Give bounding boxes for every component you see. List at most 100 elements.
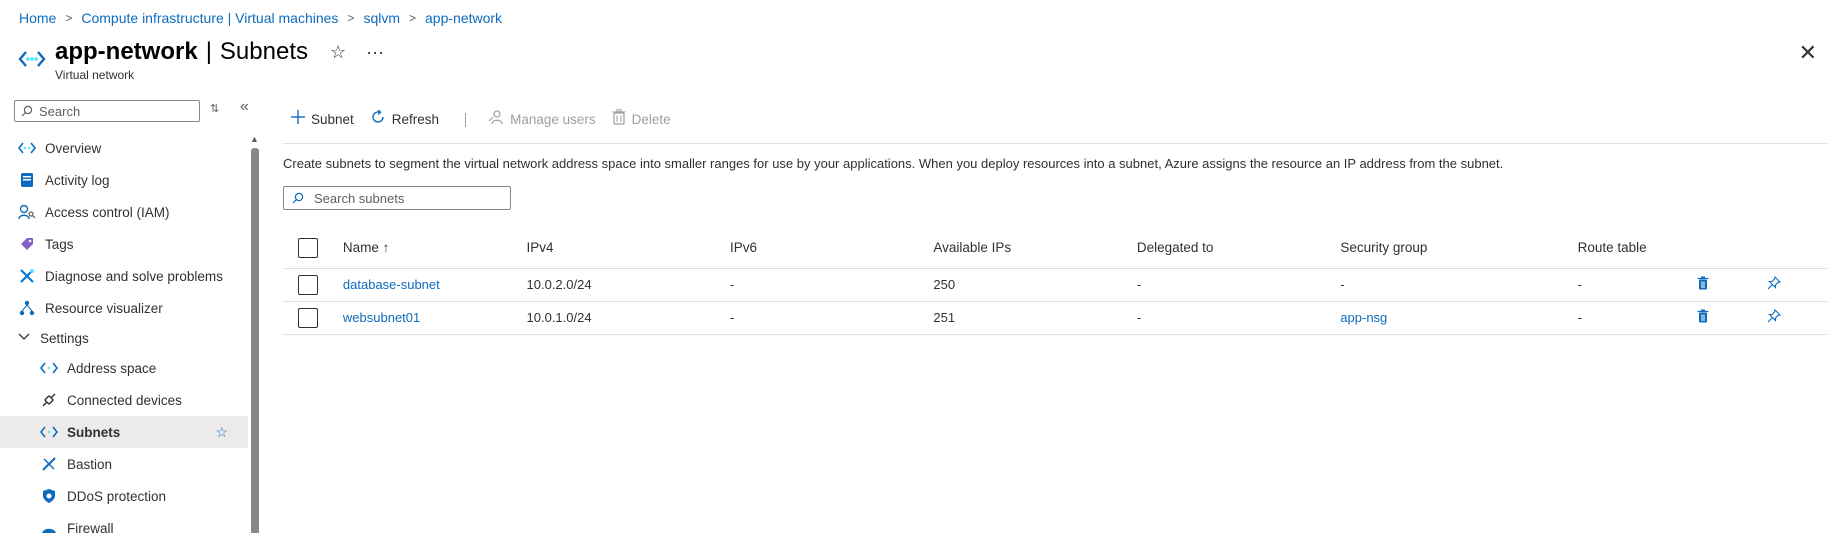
- pin-icon[interactable]: [1767, 308, 1782, 326]
- sidebar-item-firewall[interactable]: Firewall: [0, 512, 248, 533]
- subnet-icon: [40, 423, 58, 441]
- sidebar-item-label: Address space: [67, 360, 157, 376]
- nav-list: Overview Activity log Access control (IA…: [0, 132, 248, 533]
- breadcrumb-virtual-machines[interactable]: Compute infrastructure | Virtual machine…: [81, 10, 338, 26]
- available-ips-cell: 250: [933, 268, 1137, 302]
- column-header-security-group[interactable]: Security group: [1340, 228, 1578, 269]
- route-table-cell: -: [1577, 301, 1698, 335]
- sidebar-item-tags[interactable]: Tags: [0, 228, 248, 260]
- row-checkbox[interactable]: [298, 274, 318, 295]
- column-header-ipv4[interactable]: IPv4: [526, 228, 731, 269]
- table-row[interactable]: database-subnet 10.0.2.0/24 - 250 - - -: [283, 268, 1827, 302]
- sidebar-scrollbar[interactable]: [251, 148, 259, 533]
- resource-menu: Search ⇅ « Overview Activity log Access …: [0, 96, 260, 533]
- select-all-cell: [283, 228, 343, 269]
- sidebar-item-bastion[interactable]: Bastion: [0, 448, 248, 480]
- title-separator: |: [205, 38, 212, 65]
- plug-icon: [40, 391, 58, 409]
- sidebar-item-label: Connected devices: [67, 392, 182, 408]
- security-group-link[interactable]: app-nsg: [1340, 301, 1578, 335]
- sidebar-item-label: Subnets: [67, 424, 121, 440]
- row-select-cell: [283, 268, 343, 302]
- menu-search-input[interactable]: Search: [14, 100, 200, 122]
- breadcrumb-app-network[interactable]: app-network: [425, 10, 502, 26]
- chevron-right-icon: >: [347, 11, 355, 25]
- refresh-button[interactable]: Refresh: [370, 109, 439, 130]
- sort-toggle-icon[interactable]: ⇅: [210, 102, 219, 115]
- sidebar-item-subnets[interactable]: Subnets ☆: [0, 416, 248, 448]
- visualizer-icon: [18, 299, 36, 317]
- sidebar-item-label: Activity log: [45, 172, 110, 188]
- table-row[interactable]: websubnet01 10.0.1.0/24 - 251 - app-nsg …: [283, 301, 1827, 335]
- column-header-actions: [1697, 228, 1768, 269]
- chevron-right-icon: >: [409, 11, 417, 25]
- sidebar-item-resource-visualizer[interactable]: Resource visualizer: [0, 292, 248, 324]
- delete-label: Delete: [631, 112, 671, 127]
- sidebar-item-overview[interactable]: Overview: [0, 132, 248, 164]
- row-pin-cell: [1767, 268, 1827, 302]
- page-title: app-network | Subnets: [55, 38, 308, 66]
- column-header-route-table[interactable]: Route table: [1577, 228, 1698, 269]
- vnet-overview-icon: [18, 139, 36, 157]
- favorite-star-icon[interactable]: ☆: [330, 42, 346, 63]
- more-options-icon[interactable]: ···: [366, 42, 384, 63]
- table-header-row: Name ↑ IPv4 IPv6 Available IPs Delegated…: [283, 228, 1827, 269]
- column-header-delegated-to[interactable]: Delegated to: [1136, 228, 1341, 269]
- breadcrumb-home[interactable]: Home: [19, 10, 56, 26]
- sidebar-item-iam[interactable]: Access control (IAM): [0, 196, 248, 228]
- delete-button[interactable]: Delete: [612, 109, 671, 130]
- subnet-search-input[interactable]: Search subnets: [283, 186, 511, 210]
- sidebar-item-activity-log[interactable]: Activity log: [0, 164, 248, 196]
- select-all-checkbox[interactable]: [298, 237, 318, 258]
- activity-log-icon: [18, 171, 36, 189]
- column-header-ipv6[interactable]: IPv6: [730, 228, 934, 269]
- subnet-name-link[interactable]: database-subnet: [342, 268, 527, 302]
- sidebar-item-label: Firewall: [67, 520, 114, 533]
- trash-icon[interactable]: [1697, 276, 1709, 293]
- delegated-to-cell: -: [1136, 301, 1341, 335]
- sidebar-item-ddos-protection[interactable]: DDoS protection: [0, 480, 248, 512]
- row-pin-cell: [1767, 301, 1827, 335]
- chevron-down-icon: [18, 332, 30, 344]
- trash-icon[interactable]: [1697, 309, 1709, 326]
- wrench-icon: [18, 267, 36, 285]
- refresh-label: Refresh: [391, 112, 440, 127]
- toolbar-divider: [465, 112, 467, 127]
- sidebar-group-settings[interactable]: Settings: [0, 324, 248, 352]
- sidebar-item-connected-devices[interactable]: Connected devices: [0, 384, 248, 416]
- ipv4-cell: 10.0.2.0/24: [526, 268, 731, 302]
- tag-icon: [18, 235, 36, 253]
- column-header-name[interactable]: Name ↑: [342, 228, 527, 269]
- pin-icon[interactable]: [1767, 275, 1782, 293]
- route-table-cell: -: [1577, 268, 1698, 302]
- plus-icon: [291, 110, 305, 129]
- sidebar-item-address-space[interactable]: Address space: [0, 352, 248, 384]
- bastion-icon: [40, 455, 58, 473]
- ipv6-cell: -: [730, 301, 934, 335]
- menu-search-placeholder: Search: [39, 103, 81, 119]
- scroll-up-icon[interactable]: ▲: [250, 134, 259, 144]
- sidebar-item-label: Overview: [45, 140, 102, 156]
- trash-icon: [612, 109, 626, 130]
- row-delete-cell: [1697, 301, 1768, 335]
- ipv6-cell: -: [730, 268, 934, 302]
- close-icon[interactable]: ✕: [1799, 40, 1817, 66]
- command-bar: Subnet Refresh Manage users Delete: [283, 96, 1827, 144]
- column-header-pin: [1767, 228, 1827, 269]
- search-icon: [21, 105, 33, 117]
- collapse-menu-icon[interactable]: «: [240, 98, 249, 116]
- favorite-star-icon[interactable]: ☆: [215, 424, 228, 441]
- column-header-available-ips[interactable]: Available IPs: [933, 228, 1137, 269]
- firewall-icon: [40, 519, 58, 533]
- subnets-description: Create subnets to segment the virtual ne…: [283, 156, 1504, 171]
- virtual-network-icon: [18, 51, 46, 67]
- sidebar-item-diagnose[interactable]: Diagnose and solve problems: [0, 260, 248, 292]
- delegated-to-cell: -: [1136, 268, 1341, 302]
- breadcrumb-sqlvm[interactable]: sqlvm: [363, 10, 400, 26]
- row-checkbox[interactable]: [298, 307, 318, 328]
- sidebar-item-label: Bastion: [67, 456, 113, 472]
- subnet-name-link[interactable]: websubnet01: [342, 301, 527, 335]
- add-subnet-button[interactable]: Subnet: [291, 110, 354, 129]
- chevron-right-icon: >: [65, 11, 73, 25]
- manage-users-button[interactable]: Manage users: [488, 109, 596, 130]
